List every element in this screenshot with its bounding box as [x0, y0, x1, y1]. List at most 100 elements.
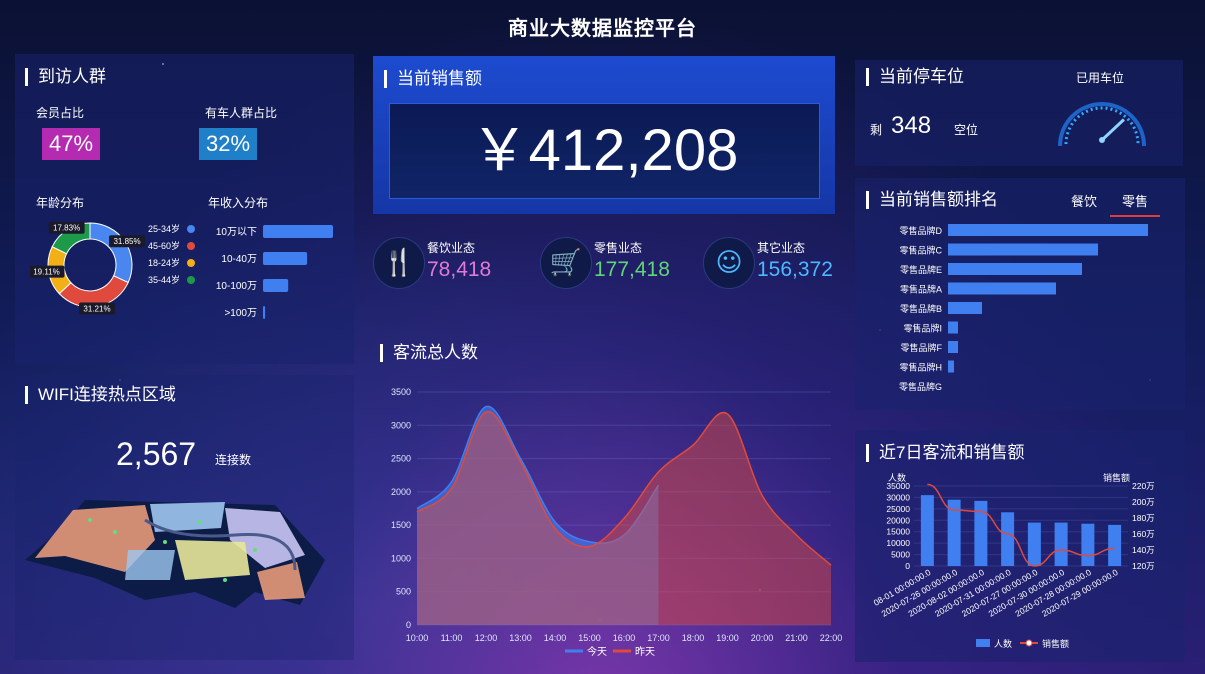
flow-ytick: 1500 [391, 520, 411, 530]
income-bar [263, 306, 266, 319]
donut-label: 17.83% [53, 224, 80, 233]
rank-bar [948, 360, 954, 373]
parking-unit: 空位 [954, 123, 979, 137]
age-donut-chart: 31.85% 31.21% 19.11% 17.83% 25-34岁 45-60岁 18-… [30, 221, 195, 315]
rank-label: 零售品牌A [900, 284, 942, 295]
income-label: 10万以下 [216, 227, 257, 238]
parking-remaining: 348 [891, 112, 932, 139]
age-title: 年龄分布 [36, 196, 85, 210]
rank-bar [948, 243, 1098, 256]
flow-xtick: 11:00 [441, 633, 463, 643]
week-legend-sales-dot [1025, 639, 1033, 647]
week-left-tick: 30000 [886, 492, 910, 502]
week-right-tick: 120万 [1132, 561, 1155, 571]
week-left-tick: 10000 [886, 538, 910, 548]
gauge-needle [1100, 118, 1125, 142]
sales-category-value: 78,418 [427, 258, 492, 281]
week-bar [1108, 524, 1122, 566]
flow-ytick: 2500 [391, 454, 411, 464]
rank-bar [948, 341, 958, 353]
mall-3d-map [25, 500, 325, 608]
flow-ytick: 0 [406, 620, 411, 630]
week-right-tick: 140万 [1132, 545, 1155, 555]
week-bar [1027, 522, 1041, 566]
income-bar [263, 279, 289, 292]
sales-category-label: 其它业态 [757, 241, 806, 255]
age-legend-dot [187, 225, 195, 233]
ranking-title: 当前销售额排名 [866, 191, 998, 209]
tab-food[interactable]: 餐饮 [1071, 191, 1097, 210]
donut-label: 31.85% [113, 237, 140, 246]
rank-bar [948, 302, 982, 314]
week-legend-people-swatch [976, 639, 990, 647]
week-left-tick: 25000 [886, 504, 910, 514]
flow-xtick: 13:00 [509, 633, 532, 643]
wifi-title: WIFI连接热点区域 [25, 386, 176, 404]
parking-title: 当前停车位 [866, 68, 964, 86]
week-bar [1001, 512, 1015, 566]
sales-amount: ￥412,208 [470, 118, 739, 183]
sales-category-value: 177,418 [594, 258, 670, 281]
rank-bar [948, 321, 958, 334]
week-bar [1054, 522, 1068, 566]
flow-xtick: 22:00 [820, 633, 843, 643]
parking-remaining-label: 剩 [870, 123, 883, 137]
age-legend-dot [187, 276, 195, 284]
wifi-count-label: 连接数 [215, 453, 252, 467]
flow-xtick: 18:00 [682, 633, 705, 643]
rank-bar [948, 282, 1056, 295]
income-label: 10-40万 [221, 254, 257, 265]
week-title: 近7日客流和销售额 [866, 444, 1024, 462]
flow-xtick: 15:00 [578, 633, 601, 643]
flow-xtick: 19:00 [716, 633, 739, 643]
flow-title: 客流总人数 [380, 344, 478, 362]
rank-bar [948, 224, 1148, 236]
income-title: 年收入分布 [208, 196, 269, 210]
age-legend-label: 35-44岁 [148, 274, 180, 285]
week-legend-sales: 销售额 [1042, 638, 1069, 649]
flow-ytick: 500 [396, 587, 411, 597]
sales-title: 当前销售额 [384, 70, 482, 88]
week-left-tick: 15000 [886, 527, 910, 537]
visitors-title: 到访人群 [25, 68, 106, 86]
flow-xtick: 10:00 [406, 633, 429, 643]
flow-ytick: 3500 [391, 387, 411, 397]
age-legend-label: 25-34岁 [148, 223, 180, 234]
age-legend-dot [187, 259, 195, 267]
week-right-tick: 220万 [1132, 481, 1155, 491]
flow-xtick: 17:00 [647, 633, 670, 643]
rank-label: 零售品牌E [900, 264, 942, 275]
member-pct-badge: 47% [42, 128, 100, 160]
smiley-icon: ☺ [703, 237, 755, 289]
page-title: 商业大数据监控平台 [508, 18, 697, 40]
flow-xtick: 14:00 [544, 633, 567, 643]
week-right-axis-title: 销售额 [1103, 472, 1130, 483]
week-right-tick: 160万 [1132, 529, 1155, 539]
sales-category-label: 零售业态 [594, 241, 643, 255]
age-legend-label: 45-60岁 [148, 240, 180, 251]
age-legend-label: 18-24岁 [148, 257, 180, 268]
week-combo-chart: 人数 销售额 05000 1000015000 2000025000 3000035000… [872, 472, 1155, 649]
week-left-tick: 20000 [886, 515, 910, 525]
week-bar [1081, 523, 1095, 566]
flow-xtick: 21:00 [785, 633, 808, 643]
car-pct-badge: 32% [199, 128, 257, 160]
sales-category-value: 156,372 [757, 258, 833, 281]
tab-retail[interactable]: 零售 [1110, 191, 1160, 217]
parking-gauge [1058, 102, 1146, 147]
car-label: 有车人群占比 [205, 106, 278, 120]
week-right-tick: 200万 [1132, 497, 1155, 507]
donut-label: 31.21% [83, 304, 110, 313]
rank-label: 零售品牌B [900, 303, 942, 314]
flow-area-chart: 0 500 1000 1500 2000 2500 3000 3500 10:00 11:00 12… [391, 387, 843, 658]
gauge-title: 已用车位 [1076, 71, 1125, 85]
income-label: 10-100万 [216, 281, 257, 292]
legend-yesterday-label: 昨天 [635, 646, 655, 658]
fork-knife-icon: 🍴 [373, 237, 425, 289]
flow-ytick: 2000 [391, 487, 411, 497]
income-bar-chart: 10万以下 10-40万 10-100万 >100万 [216, 225, 333, 319]
ranking-bar-chart: 零售品牌D 零售品牌C 零售品牌E 零售品牌A 零售品牌B 零售品牌I 零售品牌F 零售品牌H… [899, 224, 1148, 392]
income-bar [263, 252, 308, 265]
flow-xtick: 20:00 [751, 633, 774, 643]
flow-ytick: 3000 [391, 420, 411, 430]
